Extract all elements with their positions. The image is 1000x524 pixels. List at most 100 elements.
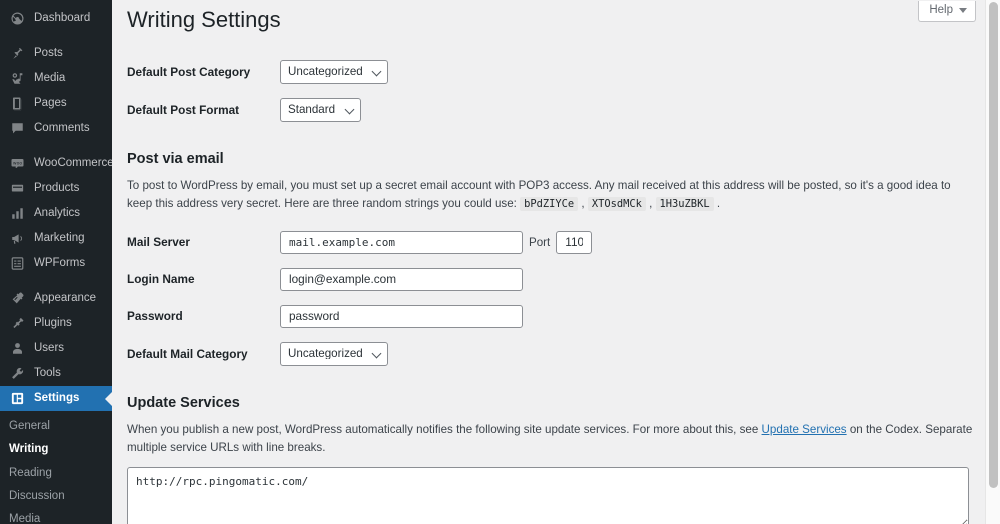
submenu-item-general[interactable]: General (0, 415, 112, 438)
analytics-icon (9, 206, 25, 222)
media-icon (9, 71, 25, 87)
submenu-item-reading[interactable]: Reading (0, 462, 112, 485)
default-post-format-label: Default Post Format (127, 102, 240, 117)
default-mail-category-select-wrap: Uncategorized (280, 341, 388, 366)
default-post-category-cell: Uncategorized (280, 53, 975, 91)
help-button[interactable]: Help (918, 1, 976, 23)
mail-server-row: Port (280, 230, 965, 254)
sidebar-item-pages[interactable]: Pages (0, 91, 112, 116)
users-icon (9, 341, 25, 357)
sidebar-item-posts[interactable]: Posts (0, 41, 112, 66)
default-mail-category-cell: Uncategorized (280, 335, 975, 373)
post-via-email-table: Mail Server Port Login Name Password (127, 224, 975, 373)
scrollbar-thumb[interactable] (989, 2, 998, 488)
default-post-category-label: Default Post Category (127, 64, 251, 79)
sidebar-item-analytics[interactable]: Analytics (0, 201, 112, 226)
page-scrollbar[interactable] (985, 0, 1000, 524)
password-cell (280, 298, 975, 335)
comments-icon (9, 121, 25, 137)
port-input[interactable] (556, 230, 593, 254)
sidebar-item-media[interactable]: Media (0, 66, 112, 91)
current-menu-arrow (105, 390, 112, 407)
pages-icon (9, 96, 25, 112)
settings-submenu: General Writing Reading Discussion Media… (0, 411, 112, 524)
sidebar-item-comments[interactable]: Comments (0, 116, 112, 141)
default-post-format-select-wrap: Standard (280, 97, 361, 122)
random-string-2: XTOsdMCk (587, 197, 646, 212)
sidebar-item-label: Appearance (34, 291, 97, 304)
dashboard-icon (9, 11, 25, 27)
port-label: Port (529, 235, 551, 249)
plugins-icon (9, 316, 25, 332)
sidebar-item-label: Settings (34, 391, 80, 404)
update-services-heading: Update Services (127, 394, 240, 411)
sidebar-item-label: Media (34, 71, 66, 84)
submenu-item-media[interactable]: Media (0, 508, 112, 524)
random-string-1: bPdZIYCe (520, 197, 579, 212)
table-row: Login Name (127, 261, 975, 298)
login-name-label: Login Name (127, 272, 195, 287)
sidebar-item-tools[interactable]: Tools (0, 361, 112, 386)
sidebar-item-label: Dashboard (34, 11, 91, 24)
mail-server-input[interactable] (280, 230, 523, 254)
default-post-category-select[interactable]: Uncategorized (280, 59, 388, 84)
update-services-description: When you publish a new post, WordPress a… (127, 421, 975, 458)
default-post-category-select-wrap: Uncategorized (280, 59, 388, 84)
sidebar-item-label: Products (34, 181, 80, 194)
sidebar-item-label: Users (34, 341, 65, 354)
sidebar-item-wpforms[interactable]: WPForms (0, 251, 112, 276)
mail-server-label: Mail Server (127, 235, 190, 250)
default-post-format-cell: Standard (280, 91, 975, 129)
default-post-format-select[interactable]: Standard (280, 97, 361, 122)
table-row: Default Mail Category Uncategorized (127, 335, 975, 373)
appearance-icon (9, 291, 25, 307)
sidebar-item-label: Marketing (34, 231, 85, 244)
login-name-input[interactable] (280, 267, 523, 291)
table-row: Mail Server Port (127, 224, 975, 261)
sidebar-item-label: WooCommerce (34, 156, 112, 169)
page-title: Writing Settings (127, 7, 281, 32)
update-services-link[interactable]: Update Services (762, 423, 847, 436)
table-row: Default Post Category Uncategorized (127, 53, 975, 91)
ping-sites-textarea[interactable]: http://rpc.pingomatic.com/ (127, 467, 969, 524)
random-string-3: 1H3uZBKL (655, 197, 714, 212)
submenu-item-writing[interactable]: Writing (0, 438, 112, 461)
marketing-icon (9, 231, 25, 247)
sidebar-item-label: Tools (34, 366, 61, 379)
submenu-item-discussion[interactable]: Discussion (0, 485, 112, 508)
table-row: Default Post Format Standard (127, 91, 975, 129)
table-row: Password (127, 298, 975, 335)
sidebar-item-label: WPForms (34, 256, 86, 269)
sidebar-item-dashboard[interactable]: Dashboard (0, 6, 112, 31)
default-mail-category-label: Default Mail Category (127, 346, 248, 361)
help-tab-wrap: Help (918, 0, 976, 23)
admin-sidebar: Dashboard Posts Media Pages Comments woo… (0, 0, 112, 524)
sidebar-item-label: Posts (34, 46, 63, 59)
products-icon (9, 181, 25, 197)
main-content: Help Writing Settings Default Post Categ… (112, 0, 1000, 524)
writing-options-table: Default Post Category Uncategorized Defa… (127, 53, 975, 129)
sidebar-item-plugins[interactable]: Plugins (0, 311, 112, 336)
sidebar-item-settings[interactable]: Settings (0, 386, 112, 411)
sidebar-item-woocommerce[interactable]: woo WooCommerce (0, 151, 112, 176)
login-name-cell (280, 261, 975, 298)
sidebar-item-users[interactable]: Users (0, 336, 112, 361)
tools-icon (9, 366, 25, 382)
post-via-email-heading: Post via email (127, 150, 224, 167)
woocommerce-icon: woo (9, 156, 25, 172)
sidebar-item-label: Comments (34, 121, 90, 134)
sidebar-item-appearance[interactable]: Appearance (0, 286, 112, 311)
desc-text-end: . (716, 197, 721, 211)
password-input[interactable] (280, 304, 523, 328)
desc-text: When you publish a new post, WordPress a… (127, 422, 762, 436)
chevron-down-icon (959, 8, 967, 14)
sidebar-item-marketing[interactable]: Marketing (0, 226, 112, 251)
post-via-email-description: To post to WordPress by email, you must … (127, 178, 951, 212)
svg-text:woo: woo (12, 161, 21, 166)
mail-server-cell: Port (280, 224, 975, 261)
admin-page: Dashboard Posts Media Pages Comments woo… (0, 0, 1000, 524)
sidebar-item-products[interactable]: Products (0, 176, 112, 201)
default-mail-category-select[interactable]: Uncategorized (280, 341, 388, 366)
sidebar-item-label: Pages (34, 96, 67, 109)
sidebar-item-label: Plugins (34, 316, 72, 329)
